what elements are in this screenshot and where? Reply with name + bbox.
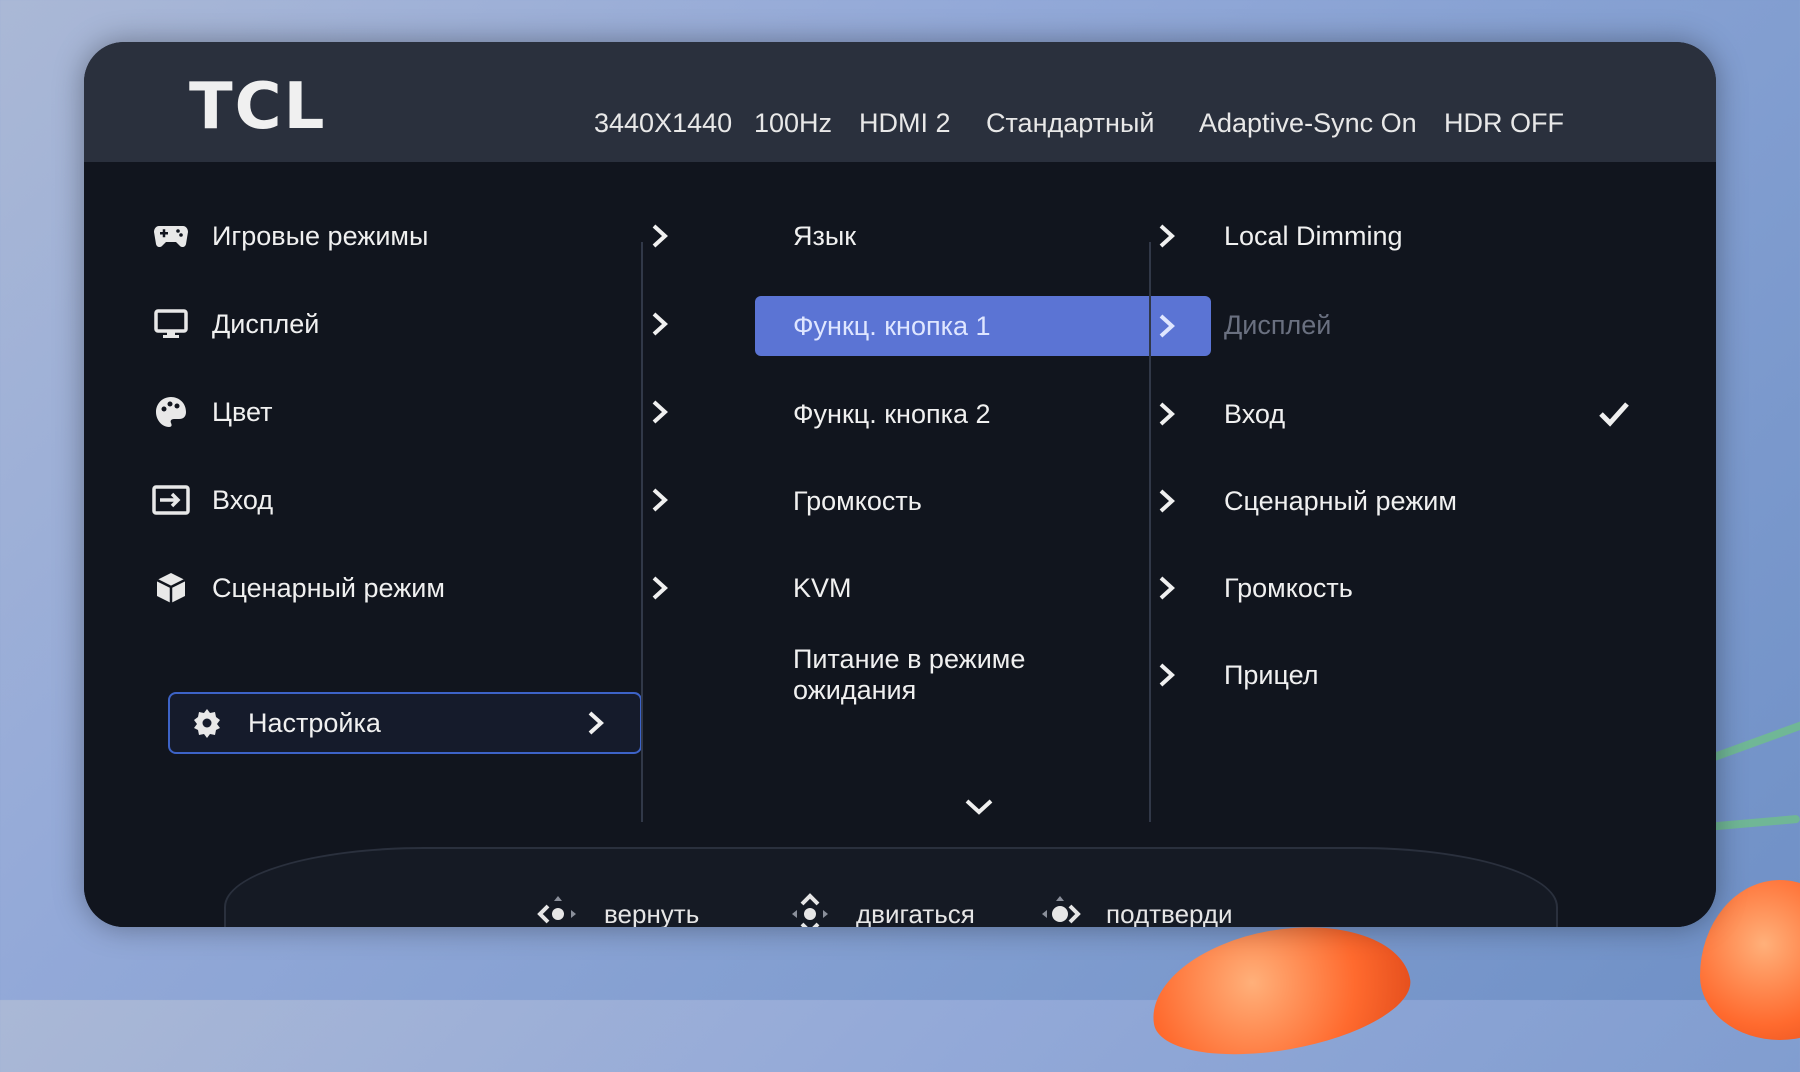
status-resolution: 3440X1440 (594, 108, 733, 138)
submenu-item-label: Питание в режиме ожидания (793, 644, 1026, 705)
status-picture-mode: Стандартный (986, 108, 1155, 138)
menu-item-settings[interactable]: Настройка (168, 692, 642, 754)
submenu-item-label: Функц. кнопка 2 (793, 398, 991, 429)
submenu-item-volume[interactable]: Громкость (755, 472, 1211, 530)
column-divider (1149, 242, 1151, 822)
status-refresh: 100Hz (754, 108, 833, 138)
chevron-right-icon (1147, 568, 1187, 608)
submenu-item-standby-power[interactable]: Питание в режиме ожидания (755, 644, 1211, 705)
option-label: Громкость (1224, 572, 1353, 603)
chevron-right-icon (1147, 655, 1187, 695)
gamepad-icon (152, 217, 190, 255)
submenu-item-label: Язык (793, 220, 857, 251)
option-label: Дисплей (1224, 309, 1332, 340)
menu-item-display[interactable]: Дисплей (134, 295, 704, 353)
brand-logo: TCL (189, 70, 327, 144)
submenu-item-kvm[interactable]: KVM (755, 559, 1211, 617)
hint-confirm-label: подтверди (1106, 898, 1233, 928)
submenu-item-language[interactable]: Язык (755, 207, 1211, 265)
menu-item-scenario-mode[interactable]: Сценарный режим (134, 559, 704, 617)
menu-item-label: Дисплей (212, 308, 320, 339)
menu-item-label: Сценарный режим (212, 572, 445, 603)
chevron-right-icon (1147, 306, 1187, 346)
submenu-item-func-button-1[interactable]: Функц. кнопка 1 (755, 296, 1211, 356)
chevron-right-icon (1147, 394, 1187, 434)
option-label: Вход (1224, 398, 1286, 429)
navigation-hints: вернуть двигаться подтверди (84, 747, 1716, 927)
options-submenu: Local Dimming Дисплей Вход Сценарный реж… (1184, 162, 1684, 752)
option-display: Дисплей (1184, 296, 1684, 354)
hint-confirm: подтверди (1036, 890, 1233, 927)
option-local-dimming[interactable]: Local Dimming (1184, 207, 1684, 265)
hint-back: вернуть (534, 890, 699, 927)
option-volume[interactable]: Громкость (1184, 559, 1684, 617)
submenu-item-label: Громкость (793, 485, 922, 516)
status-input: HDMI 2 (859, 108, 951, 138)
joystick-up-down-icon (792, 893, 828, 927)
settings-submenu: Язык Функц. кнопка 1 Функц. кнопка 2 Гро… (669, 162, 1211, 752)
menu-item-label: Цвет (212, 396, 273, 427)
osd-menu: TCL 3440X1440 100Hz HDMI 2 Стандартный A… (84, 42, 1716, 927)
menu-item-game-modes[interactable]: Игровые режимы (134, 207, 704, 265)
option-crosshair[interactable]: Прицел (1184, 646, 1684, 704)
menu-item-label: Вход (212, 484, 274, 515)
joystick-press-icon (1042, 896, 1081, 927)
main-menu: Игровые режимы Дисплей Цвет Вход Сценарн… (134, 162, 704, 754)
column-divider (641, 242, 643, 822)
submenu-item-label: KVM (793, 572, 852, 603)
monitor-icon (152, 305, 190, 343)
menu-item-label: Игровые режимы (212, 220, 429, 251)
gear-icon (188, 704, 226, 742)
hint-move: двигаться (786, 890, 975, 927)
menu-item-color[interactable]: Цвет (134, 383, 704, 441)
hint-back-label: вернуть (604, 898, 700, 928)
cube-icon (152, 569, 190, 607)
checkmark-icon (1594, 394, 1634, 434)
chevron-right-icon (1147, 481, 1187, 521)
status-bar: TCL 3440X1440 100Hz HDMI 2 Стандартный A… (84, 42, 1716, 163)
option-label: Сценарный режим (1224, 485, 1457, 516)
submenu-item-func-button-2[interactable]: Функц. кнопка 2 (755, 385, 1211, 443)
hint-move-label: двигаться (856, 898, 975, 928)
option-label: Local Dimming (1224, 220, 1403, 251)
chevron-right-icon (1147, 216, 1187, 256)
menu-content: Игровые режимы Дисплей Цвет Вход Сценарн… (84, 162, 1716, 927)
background-fish (1141, 908, 1419, 1072)
input-icon (152, 481, 190, 519)
palette-icon (152, 393, 190, 431)
joystick-left-icon (537, 896, 576, 927)
status-adaptive-sync: Adaptive-Sync On (1199, 108, 1417, 138)
option-input[interactable]: Вход (1184, 385, 1684, 443)
option-scenario-mode[interactable]: Сценарный режим (1184, 472, 1684, 530)
menu-item-input[interactable]: Вход (134, 471, 704, 529)
option-label: Прицел (1224, 659, 1319, 690)
status-hdr: HDR OFF (1444, 108, 1564, 138)
chevron-right-icon (576, 703, 616, 743)
menu-item-label: Настройка (248, 707, 381, 738)
submenu-item-label: Функц. кнопка 1 (793, 310, 991, 341)
